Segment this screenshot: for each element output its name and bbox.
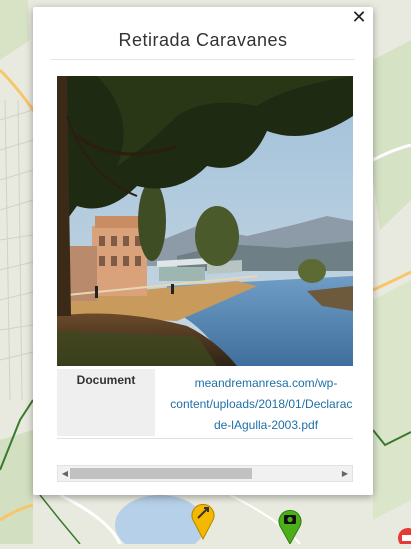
map-pin-yellow-icon[interactable] bbox=[190, 500, 216, 541]
info-popup: ✕ Retirada Caravanes Document meandreman… bbox=[33, 7, 373, 495]
horizontal-scrollbar[interactable]: ◀ ▶ bbox=[57, 465, 353, 482]
popup-content-scroll-area[interactable]: Document meandremanresa.com/wp- content/… bbox=[57, 76, 353, 446]
details-table: Document meandremanresa.com/wp- content/… bbox=[57, 369, 353, 436]
pin-red-partial-icon[interactable] bbox=[396, 526, 411, 544]
document-link[interactable]: meandremanresa.com/wp- bbox=[155, 373, 353, 394]
document-link[interactable]: content/uploads/2018/01/Declaració bbox=[155, 394, 353, 415]
location-photo bbox=[57, 76, 353, 366]
table-row: Document meandremanresa.com/wp- content/… bbox=[57, 369, 353, 436]
scroll-left-icon[interactable]: ◀ bbox=[60, 469, 70, 479]
scrollbar-thumb[interactable] bbox=[70, 468, 252, 479]
scroll-right-icon[interactable]: ▶ bbox=[340, 469, 350, 479]
title-divider bbox=[51, 59, 355, 60]
document-link[interactable]: de-lAgulla-2003.pdf bbox=[155, 415, 353, 436]
table-divider bbox=[57, 438, 353, 439]
document-link-cell: meandremanresa.com/wp- content/uploads/2… bbox=[155, 369, 353, 436]
popup-title: Retirada Caravanes bbox=[118, 30, 288, 50]
camera-pin-icon[interactable] bbox=[277, 506, 303, 546]
close-icon[interactable]: ✕ bbox=[351, 9, 367, 27]
document-label: Document bbox=[57, 369, 155, 436]
